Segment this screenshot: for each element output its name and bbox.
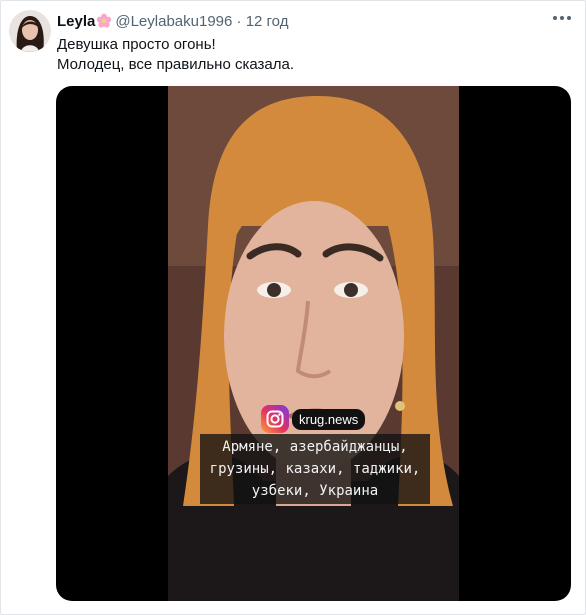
tweet-text-line: Девушка просто огонь! [57, 36, 216, 53]
author-handle[interactable]: @Leylabaku1996 [115, 13, 232, 30]
caption-line: грузины, казахи, таджики, [209, 461, 421, 477]
video-caption: Армяне, азербайджанцы, грузины, казахи, … [200, 434, 430, 504]
media-container[interactable]: krug.news Армяне, азербайджанцы, грузины… [56, 86, 571, 601]
instagram-icon [261, 405, 289, 433]
header-separator: · [236, 13, 242, 30]
tweet-text: Девушка просто огонь! Молодец, все прави… [57, 35, 294, 75]
tweet-timestamp[interactable]: 12 год [246, 13, 289, 30]
tweet-text-line: Молодец, все правильно сказала. [57, 56, 295, 73]
caption-line: Армяне, азербайджанцы, [222, 439, 408, 455]
caption-line: узбеки, Украина [251, 483, 379, 499]
avatar[interactable] [9, 10, 51, 52]
more-horizontal-icon[interactable] [552, 10, 572, 26]
video-frame [168, 86, 459, 601]
media-badge: krug.news [261, 405, 366, 433]
cherry-blossom-icon [96, 13, 112, 34]
badge-label: krug.news [292, 408, 366, 430]
tweet-header: Leyla @Leylabaku1996 · 12 год [57, 13, 288, 34]
author-name[interactable]: Leyla [57, 13, 95, 30]
